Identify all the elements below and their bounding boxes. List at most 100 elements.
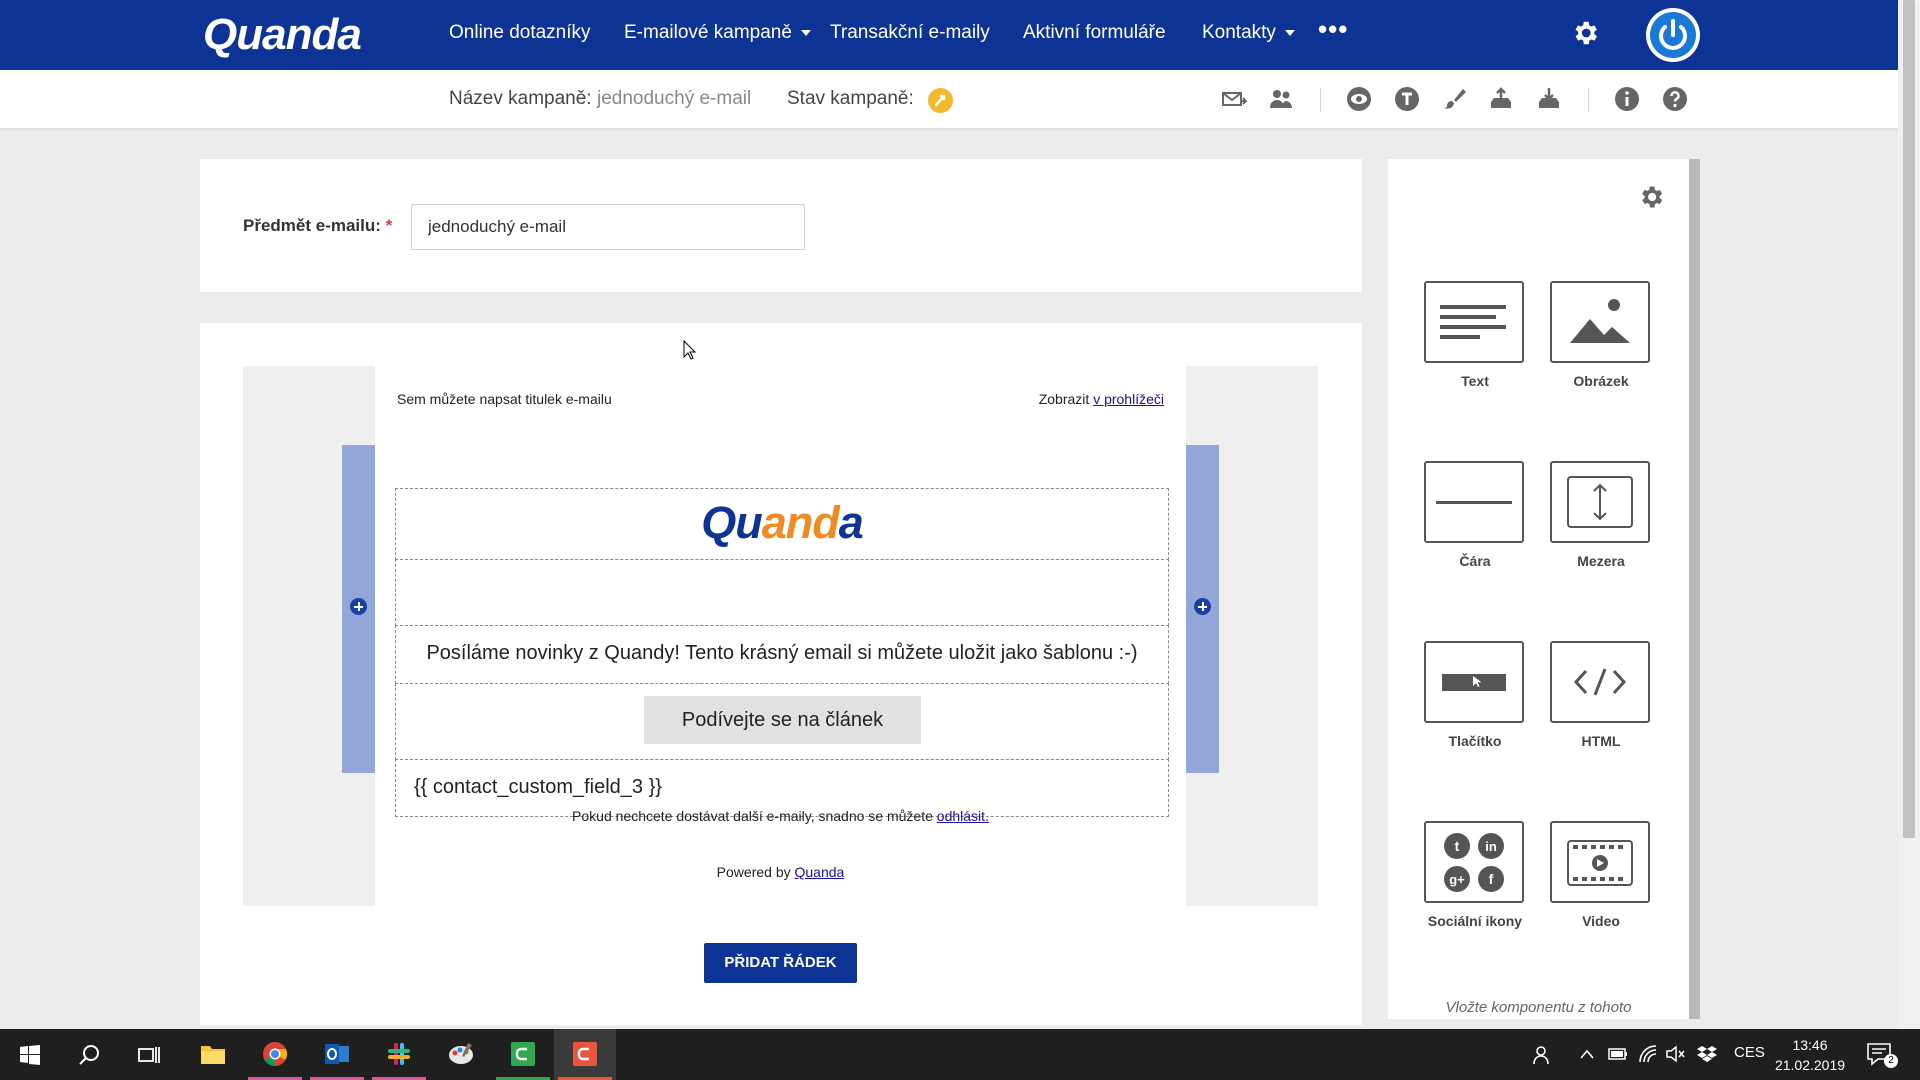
unsubscribe-text: Pokud nechcete dostávat další e-maily, s… [572, 808, 989, 824]
component-line[interactable]: Čára [1424, 461, 1526, 569]
unsubscribe-link[interactable]: odhlásit. [937, 808, 989, 824]
text-icon [1440, 305, 1506, 339]
taskbar-slack[interactable] [368, 1029, 430, 1080]
custom-field-variable: {{ contact_custom_field_3 }} [414, 776, 662, 798]
windows-taskbar: CES 13:46 21.02.2019 2 [0, 1029, 1920, 1080]
windows-start-icon[interactable] [20, 1045, 40, 1065]
outlook-icon [325, 1044, 349, 1064]
component-button[interactable]: Tlačítko [1424, 641, 1526, 749]
system-clock[interactable]: 13:46 21.02.2019 [1760, 1035, 1860, 1075]
volume-muted-icon[interactable] [1666, 1045, 1686, 1063]
add-column-right-icon[interactable] [1194, 598, 1211, 615]
recipients-icon[interactable] [1268, 86, 1294, 112]
image-icon [1570, 299, 1630, 343]
taskbar-green-app[interactable] [492, 1029, 554, 1080]
component-video[interactable]: Video [1550, 821, 1652, 929]
component-social-icons[interactable]: t in g+ f Sociální ikony [1424, 821, 1526, 929]
notifications-button[interactable]: 2 [1866, 1041, 1898, 1069]
view-in-browser: Zobrazit v prohlížeči [1038, 391, 1164, 407]
red-c-app-icon [573, 1042, 597, 1066]
button-row[interactable]: Podívejte se na článek [395, 683, 1169, 760]
component-html[interactable]: HTML [1550, 641, 1652, 749]
campaign-name-value[interactable]: jednoduchý e-mail [597, 88, 751, 110]
subject-card: Předmět e-mailu: * [200, 159, 1362, 292]
paint-palette-icon [449, 1043, 473, 1064]
upload-icon[interactable] [1488, 86, 1514, 112]
components-panel: Text Obrázek Čára Mezera Tlačítko HTML t… [1388, 159, 1689, 1019]
nav-online-surveys[interactable]: Online dotazníky [449, 22, 591, 44]
component-spacer[interactable]: Mezera [1550, 461, 1652, 569]
taskbar-red-app-active[interactable] [554, 1029, 616, 1080]
green-c-app-icon [511, 1042, 535, 1066]
video-icon [1567, 840, 1633, 886]
settings-gear-icon[interactable] [1570, 18, 1600, 48]
chevron-up-icon[interactable] [1580, 1049, 1594, 1059]
template-text-icon[interactable] [1394, 86, 1420, 112]
taskbar-chrome[interactable] [244, 1029, 306, 1080]
add-row-button[interactable]: PŘIDAT ŘÁDEK [704, 943, 857, 983]
nav-contacts[interactable]: Kontakty [1202, 22, 1295, 44]
component-text[interactable]: Text [1424, 281, 1526, 389]
panel-settings-gear-icon[interactable] [1637, 183, 1665, 211]
dropbox-icon[interactable] [1697, 1045, 1717, 1063]
component-image[interactable]: Obrázek [1550, 281, 1652, 389]
email-logo: Quanda [701, 497, 864, 548]
svg-text:t: t [1455, 838, 1460, 854]
spacer-icon [1567, 476, 1633, 528]
campaign-name-label: Název kampaně: [449, 88, 592, 109]
people-icon[interactable] [1533, 1045, 1553, 1065]
download-icon[interactable] [1536, 86, 1562, 112]
panel-scrollbar[interactable] [1689, 159, 1700, 1019]
powered-by: Powered by Quanda [716, 864, 845, 880]
brand-logo[interactable]: Quanda [203, 10, 362, 60]
chevron-down-icon [800, 29, 811, 36]
search-icon[interactable] [78, 1044, 100, 1066]
line-icon [1436, 501, 1512, 504]
view-in-browser-link[interactable]: v prohlížeči [1093, 391, 1164, 407]
design-brush-icon[interactable] [1441, 86, 1467, 112]
page-scrollbar-thumb[interactable] [1903, 0, 1915, 838]
power-icon [1650, 12, 1696, 58]
taskbar-paint[interactable] [430, 1029, 492, 1080]
toolbar-divider [1588, 88, 1589, 112]
preview-eye-icon[interactable] [1346, 86, 1372, 112]
text-row[interactable]: Posíláme novinky z Quandy! Tento krásný … [395, 625, 1169, 684]
taskbar-outlook[interactable] [306, 1029, 368, 1080]
nav-transactional-emails[interactable]: Transakční e-maily [830, 22, 990, 44]
svg-text:f: f [1489, 871, 1494, 887]
slack-icon [388, 1043, 410, 1065]
battery-icon[interactable] [1608, 1047, 1628, 1061]
logout-button[interactable] [1646, 8, 1700, 62]
svg-text:g+: g+ [1449, 872, 1465, 887]
svg-text:in: in [1485, 839, 1497, 854]
email-cta-button[interactable]: Podívejte se na článek [644, 696, 921, 744]
logo-row[interactable]: Quanda [395, 488, 1169, 560]
send-test-email-icon[interactable] [1221, 86, 1247, 112]
subject-input[interactable] [411, 204, 805, 250]
wifi-icon[interactable] [1638, 1044, 1658, 1064]
top-navigation: Quanda Online dotazníky E-mailové kampan… [0, 0, 1898, 70]
email-editor-card: Sem můžete napsat titulek e-mailu Zobraz… [200, 323, 1362, 1025]
panel-hint-text: Vložte komponentu z tohoto [1445, 999, 1632, 1016]
powered-by-link[interactable]: Quanda [795, 864, 845, 880]
add-column-left-icon[interactable] [350, 598, 367, 615]
toolbar-divider [1320, 88, 1321, 112]
task-view-icon[interactable] [138, 1045, 160, 1065]
code-icon [1573, 668, 1627, 696]
info-icon[interactable] [1614, 86, 1640, 112]
email-header-text[interactable]: Sem můžete napsat titulek e-mailu [397, 391, 612, 407]
more-menu-button[interactable]: ••• [1318, 14, 1348, 45]
help-icon[interactable] [1662, 86, 1688, 112]
nav-email-campaigns[interactable]: E-mailové kampaně [624, 22, 811, 44]
nav-active-forms[interactable]: Aktivní formuláře [1023, 22, 1166, 44]
campaign-toolbar: Název kampaně: jednoduchý e-mail Stav ka… [0, 70, 1898, 128]
row-right-handle[interactable] [1186, 445, 1219, 773]
empty-spacer-row[interactable] [395, 559, 1169, 626]
taskbar-file-explorer[interactable] [182, 1029, 244, 1080]
folder-icon [201, 1046, 225, 1064]
social-icons-icon: t in g+ f [1444, 833, 1504, 892]
notification-count-badge: 2 [1884, 1054, 1898, 1068]
email-body: Sem můžete napsat titulek e-mailu Zobraz… [375, 366, 1186, 906]
page-scrollbar[interactable] [1898, 0, 1920, 1029]
row-left-handle[interactable] [342, 445, 375, 773]
